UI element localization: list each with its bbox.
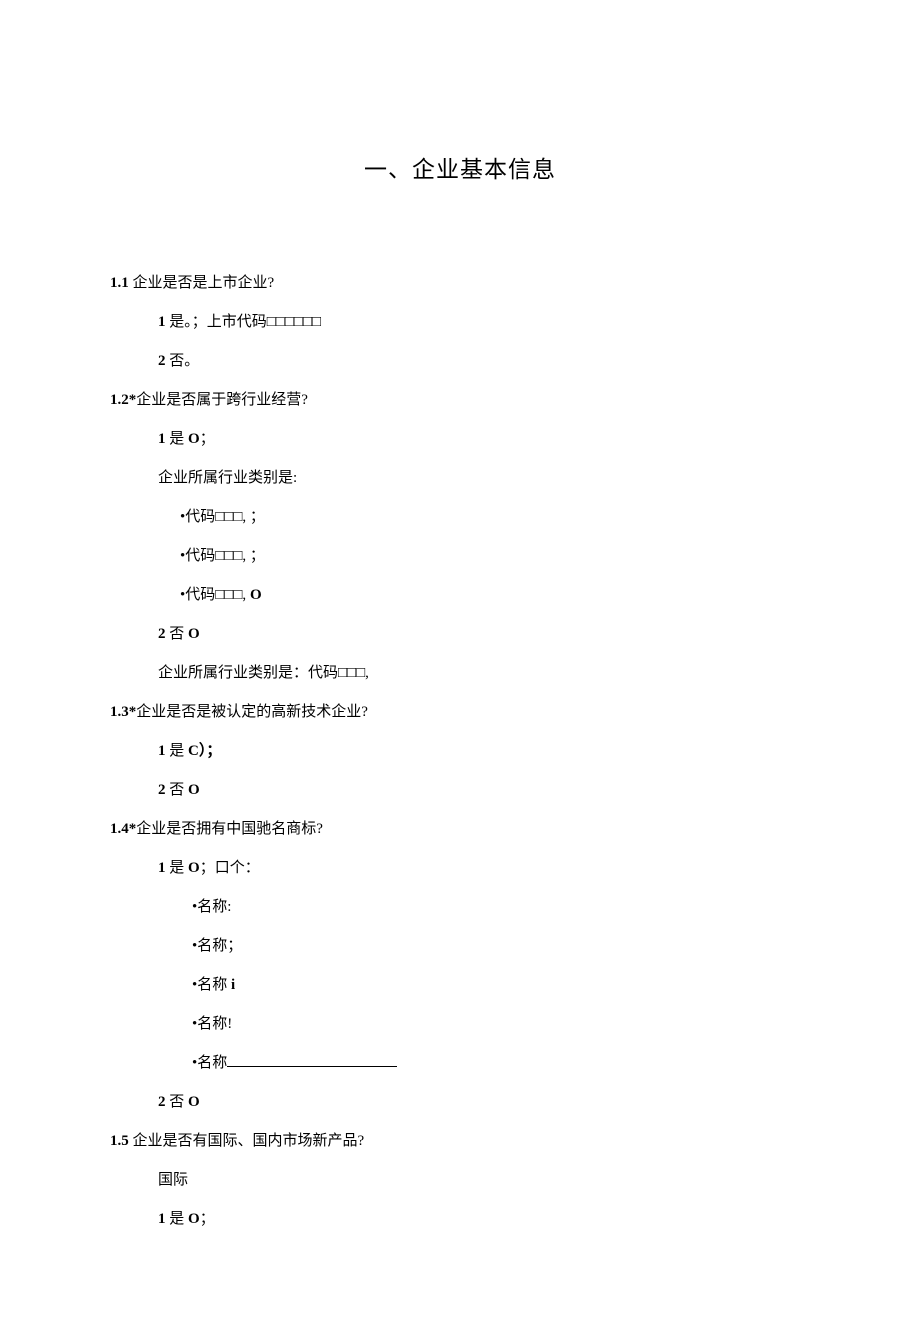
option-1-3-no: 2 否 O bbox=[110, 771, 810, 810]
option-1-3-yes: 1 是 C）； bbox=[110, 732, 810, 771]
opt-number: 2 bbox=[158, 626, 166, 642]
opt-marker: O bbox=[188, 626, 200, 642]
option-1-1-yes: 1 是。；上市代码□□□□□□ bbox=[110, 303, 810, 342]
opt-number: 1 bbox=[158, 860, 166, 876]
q-number: 1.2* bbox=[110, 392, 136, 408]
opt-number: 1 bbox=[158, 314, 166, 330]
option-1-5-yes: 1 是 O； bbox=[110, 1200, 810, 1239]
code-line-1: •代码□□□, ； bbox=[110, 498, 810, 537]
name-line-4: •名称! bbox=[110, 1005, 810, 1044]
question-1-1: 1.1 企业是否是上市企业? bbox=[110, 264, 810, 303]
opt-marker: O bbox=[188, 1094, 200, 1110]
opt-marker: O bbox=[188, 1211, 200, 1227]
question-1-2: 1.2*企业是否属于跨行业经营? bbox=[110, 381, 810, 420]
document-page: 一、企业基本信息 1.1 企业是否是上市企业? 1 是。；上市代码□□□□□□ … bbox=[0, 0, 920, 1319]
sub-text-1-2: 企业所属行业类别是: bbox=[110, 459, 810, 498]
opt-number: 2 bbox=[158, 353, 166, 369]
name-line-5: •名称 bbox=[110, 1044, 810, 1083]
option-1-1-no: 2 否。 bbox=[110, 342, 810, 381]
opt-marker: C）； bbox=[188, 743, 221, 759]
opt-text: 是。；上市代码□□□□□□ bbox=[166, 314, 322, 330]
q-text: 企业是否拥有中国驰名商标? bbox=[136, 821, 323, 837]
opt-marker: O bbox=[188, 860, 200, 876]
opt-tail-text: ； bbox=[200, 431, 215, 447]
code-line-2: •代码□□□, ； bbox=[110, 537, 810, 576]
opt-marker: O bbox=[188, 431, 200, 447]
opt-number: 1 bbox=[158, 431, 166, 447]
question-1-5: 1.5 企业是否有国际、国内市场新产品? bbox=[110, 1122, 810, 1161]
sub-text-1-5: 国际 bbox=[110, 1161, 810, 1200]
name-line-3: •名称 i bbox=[110, 966, 810, 1005]
code-line-3: •代码□□□, O bbox=[110, 576, 810, 615]
q-number: 1.1 bbox=[110, 275, 129, 291]
option-1-4-yes: 1 是 O；口个： bbox=[110, 849, 810, 888]
sub-text-1-2-no: 企业所属行业类别是：代码□□□, bbox=[110, 654, 810, 693]
opt-text: 否 bbox=[166, 782, 189, 798]
question-1-4: 1.4*企业是否拥有中国驰名商标? bbox=[110, 810, 810, 849]
q-number: 1.5 bbox=[110, 1133, 129, 1149]
opt-text: 是 bbox=[166, 431, 189, 447]
opt-tail-text: ；口个： bbox=[200, 860, 260, 876]
opt-text: 否。 bbox=[166, 353, 200, 369]
opt-text: 否 bbox=[166, 1094, 189, 1110]
option-1-2-yes: 1 是 O； bbox=[110, 420, 810, 459]
opt-number: 2 bbox=[158, 782, 166, 798]
opt-text: 是 bbox=[166, 743, 189, 759]
name-line-2: •名称； bbox=[110, 927, 810, 966]
q-text: 企业是否属于跨行业经营? bbox=[136, 392, 308, 408]
option-1-2-no: 2 否 O bbox=[110, 615, 810, 654]
opt-number: 2 bbox=[158, 1094, 166, 1110]
question-1-3: 1.3*企业是否是被认定的高新技术企业? bbox=[110, 693, 810, 732]
name-text: •名称 bbox=[192, 977, 231, 993]
code-text: •代码□□□, bbox=[180, 587, 250, 603]
q-text: 企业是否是被认定的高新技术企业? bbox=[136, 704, 368, 720]
opt-text: 是 bbox=[166, 860, 189, 876]
name-suffix: i bbox=[231, 977, 235, 993]
opt-number: 1 bbox=[158, 743, 166, 759]
opt-text: 是 bbox=[166, 1211, 189, 1227]
q-number: 1.4* bbox=[110, 821, 136, 837]
underline-blank bbox=[227, 1066, 397, 1067]
name-text: •名称 bbox=[192, 1055, 227, 1071]
option-1-4-no: 2 否 O bbox=[110, 1083, 810, 1122]
opt-marker: O bbox=[188, 782, 200, 798]
opt-text: 否 bbox=[166, 626, 189, 642]
opt-marker: O bbox=[250, 587, 262, 603]
opt-tail-text: ； bbox=[200, 1211, 215, 1227]
name-line-1: •名称: bbox=[110, 888, 810, 927]
q-number: 1.3* bbox=[110, 704, 136, 720]
opt-number: 1 bbox=[158, 1211, 166, 1227]
q-text: 企业是否是上市企业? bbox=[129, 275, 274, 291]
section-title: 一、企业基本信息 bbox=[110, 150, 810, 184]
q-text: 企业是否有国际、国内市场新产品? bbox=[129, 1133, 364, 1149]
